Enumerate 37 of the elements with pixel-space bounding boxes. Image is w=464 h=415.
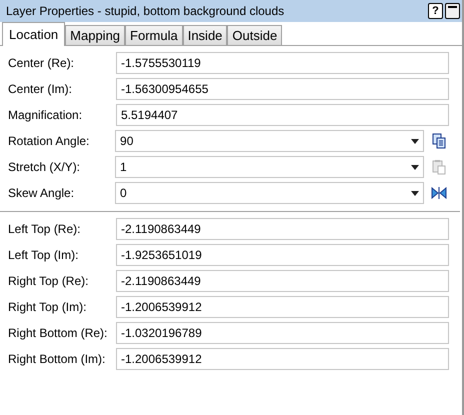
input-field[interactable]: -1.2006539912: [116, 296, 449, 318]
input-field[interactable]: -1.0320196789: [116, 322, 449, 344]
help-button[interactable]: ?: [428, 3, 443, 19]
input-field[interactable]: -2.1190863449: [116, 270, 449, 292]
field-label: Rotation Angle:: [8, 133, 90, 150]
tab[interactable]: Inside: [182, 25, 228, 45]
dropdown-arrow-icon: [411, 138, 420, 144]
field-label: Right Top (Im):: [8, 299, 88, 316]
combo-box[interactable]: 1: [115, 156, 424, 178]
tab[interactable]: Location: [2, 22, 66, 46]
dropdown-arrow-icon: [411, 190, 420, 196]
input-field[interactable]: -1.2006539912: [116, 348, 449, 370]
copy-icon[interactable]: [432, 133, 446, 149]
input-field[interactable]: -2.1190863449: [116, 218, 449, 240]
tab[interactable]: Formula: [125, 25, 183, 45]
tab[interactable]: Outside: [227, 25, 282, 45]
minimize-button[interactable]: [445, 3, 460, 19]
field-label: Left Top (Im):: [8, 247, 80, 264]
dropdown-arrow-icon: [411, 164, 420, 170]
window-title: Layer Properties - stupid, bottom background clouds: [6, 3, 286, 20]
combo-box[interactable]: 90: [115, 130, 424, 152]
input-field[interactable]: -1.56300954655: [116, 78, 449, 100]
tab[interactable]: Mapping: [65, 25, 126, 45]
combo-box[interactable]: 0: [115, 182, 424, 204]
field-label: Center (Re):: [8, 55, 76, 72]
mirror-icon[interactable]: [431, 187, 448, 199]
field-label: Stretch (X/Y):: [8, 159, 82, 176]
input-field[interactable]: 5.5194407: [116, 104, 449, 126]
field-label: Right Bottom (Re):: [8, 325, 108, 342]
field-label: Left Top (Re):: [8, 221, 82, 238]
field-label: Right Top (Re):: [8, 273, 90, 290]
input-field[interactable]: -1.5755530119: [116, 52, 449, 74]
field-label: Magnification:: [8, 107, 84, 124]
field-label: Center (Im):: [8, 81, 74, 98]
field-label: Skew Angle:: [8, 185, 76, 202]
input-field[interactable]: -1.9253651019: [116, 244, 449, 266]
field-label: Right Bottom (Im):: [8, 351, 106, 368]
